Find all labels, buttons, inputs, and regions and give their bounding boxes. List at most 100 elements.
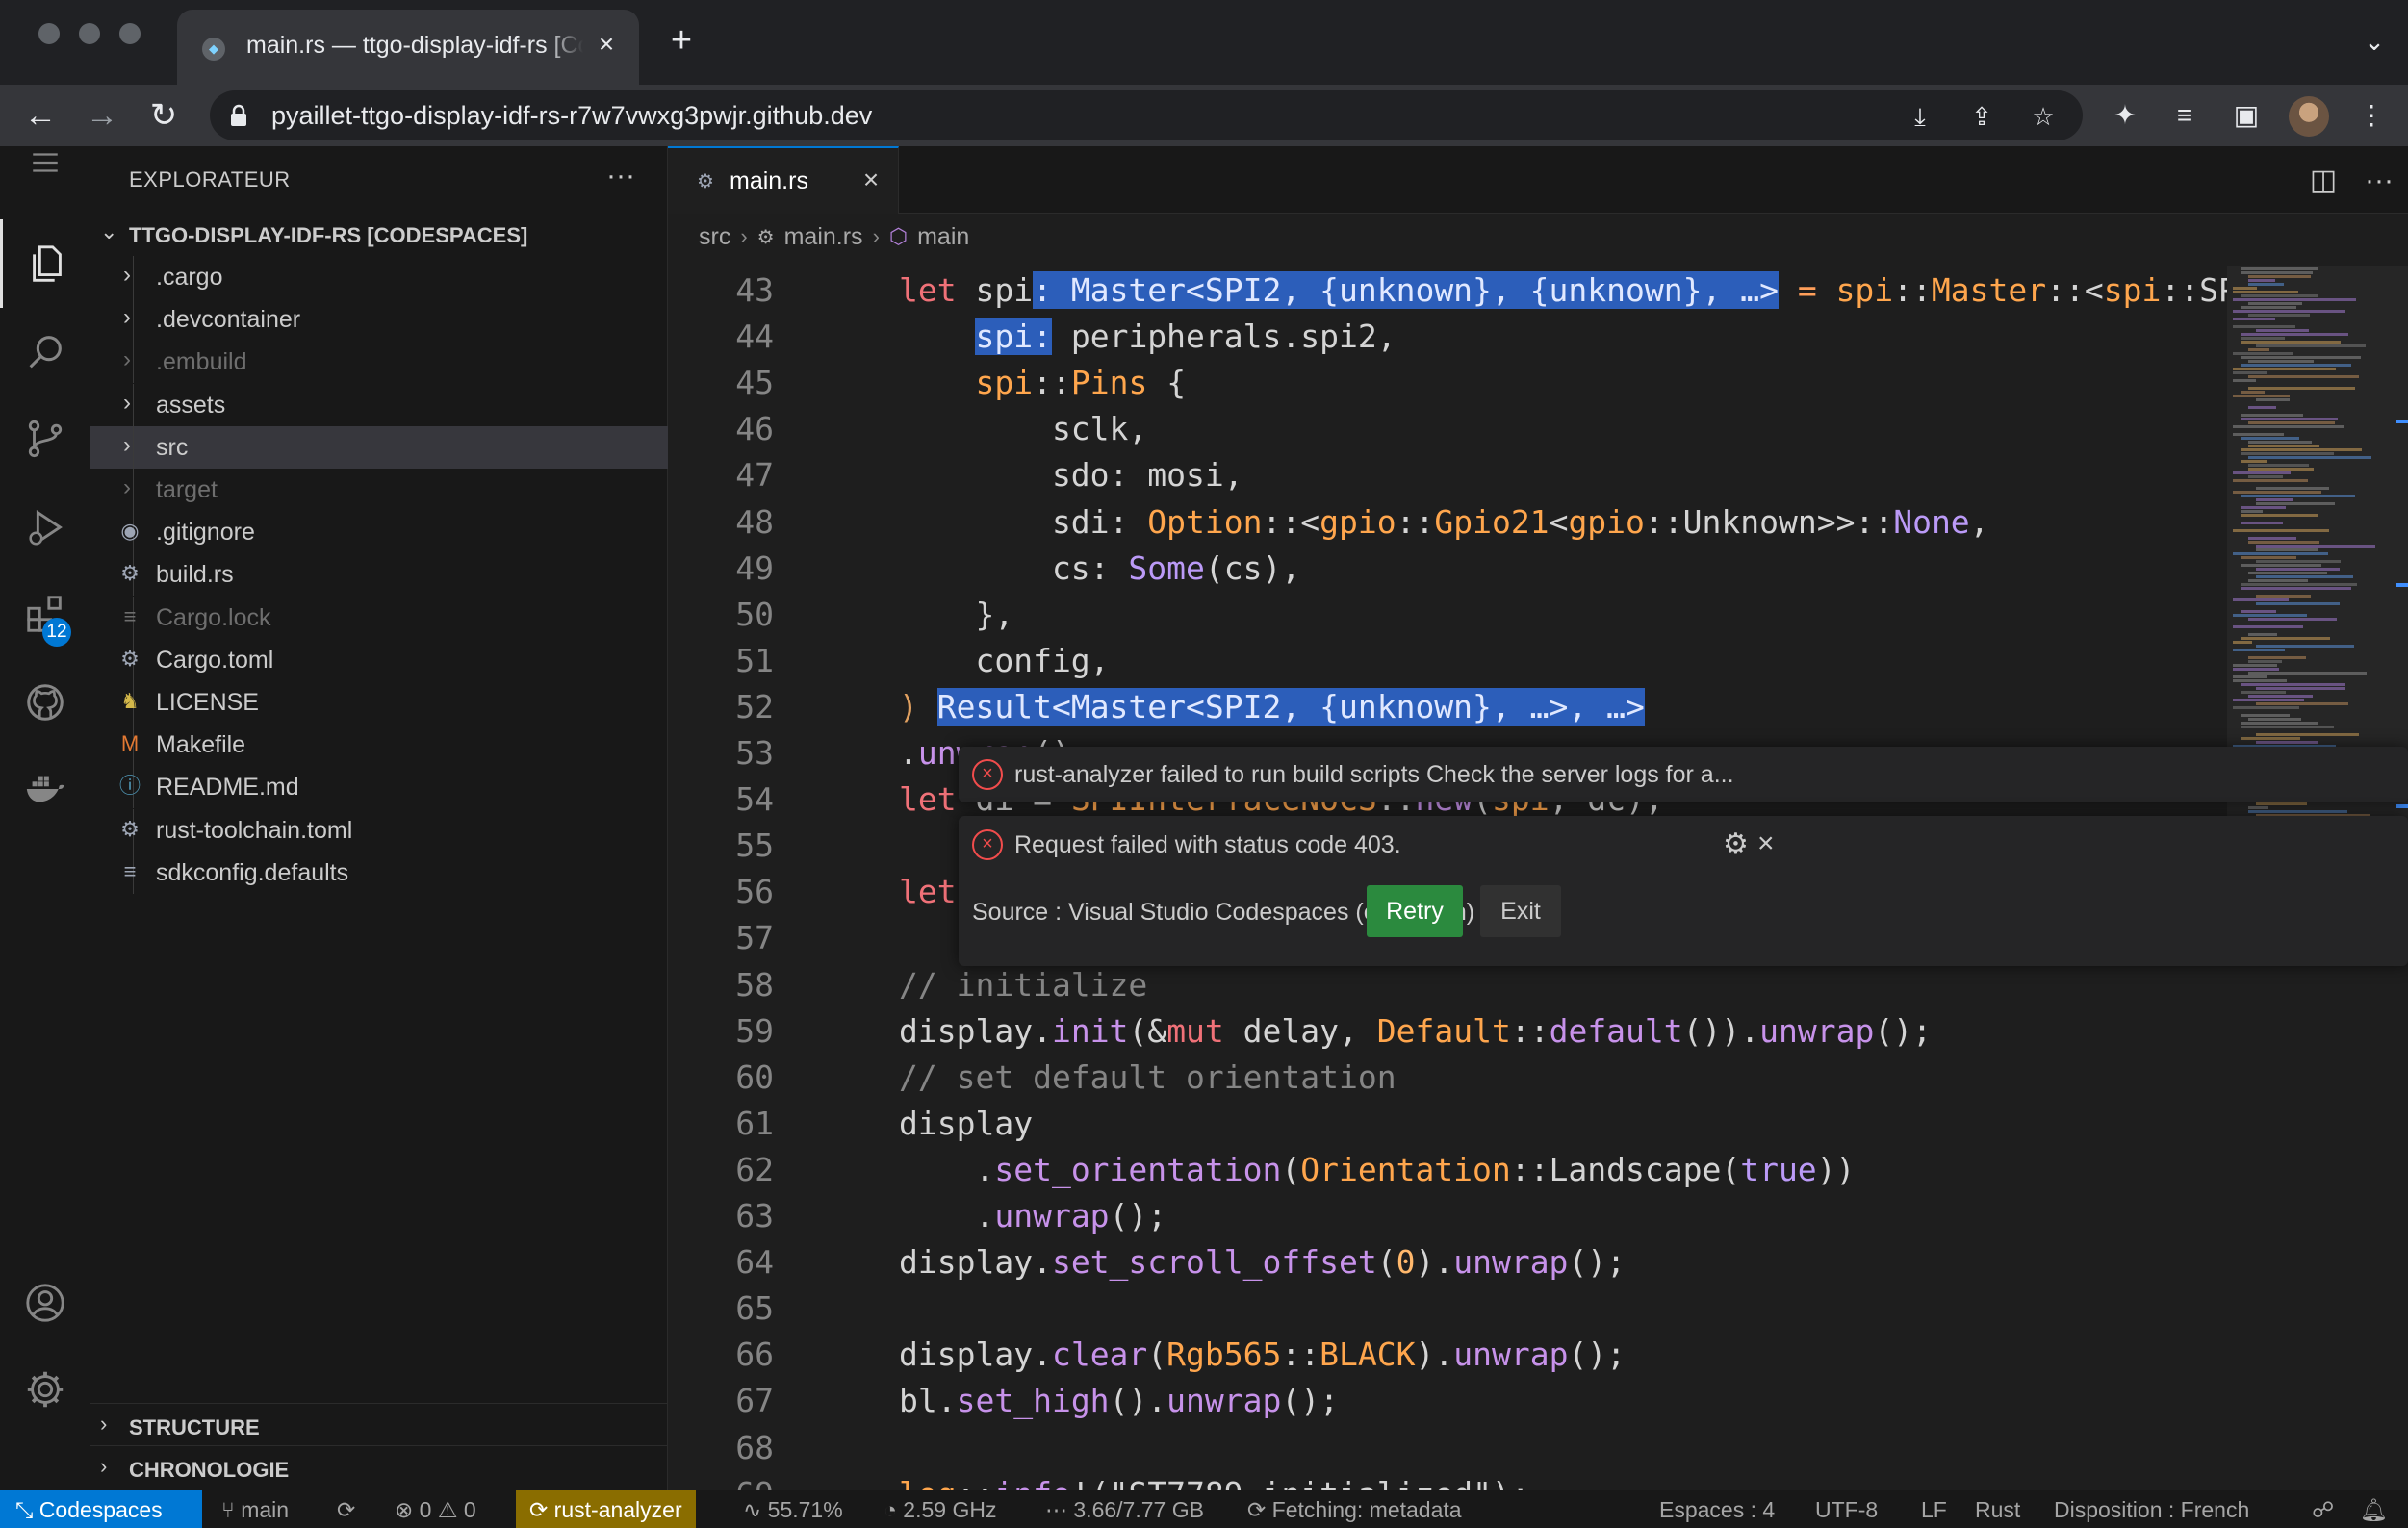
code-line[interactable]: 58 // initialize [668,960,2227,1006]
sync-icon[interactable]: ⟳ [337,1490,355,1528]
browser-menu-icon[interactable]: ⋮ [2354,98,2389,133]
tab-close-icon[interactable]: × [589,27,624,62]
language-mode[interactable]: Rust [1975,1490,2020,1528]
end-of-line[interactable]: LF [1921,1490,1947,1528]
accounts-icon[interactable] [0,1259,90,1347]
code-line[interactable]: 67 bl.set_high().unwrap(); [668,1376,2227,1422]
cpu-frequency[interactable]: ◔ 2.59 GHz [884,1490,996,1528]
media-controls-icon[interactable]: ≡ [2167,98,2202,133]
code-line[interactable]: 62 .set_orientation(Orientation::Landsca… [668,1145,2227,1191]
forward-button[interactable]: → [81,94,123,137]
tree-item-makefile[interactable]: M Makefile [90,724,668,767]
split-editor-icon[interactable]: ◫ [2304,162,2343,200]
tree-item-target[interactable]: › target [90,469,668,511]
problems-indicator[interactable]: ⊗ 0 ⚠ 0 [395,1490,476,1528]
bookmark-star-icon[interactable]: ☆ [2027,100,2060,133]
tree-item-build-rs[interactable]: ⚙ build.rs [90,553,668,597]
reload-button[interactable]: ↻ [142,94,185,137]
tree-item-cargo[interactable]: › .cargo [90,256,668,298]
code-line[interactable]: 46 sclk, [668,404,2227,450]
explorer-files-icon[interactable] [0,219,90,308]
workspace-folder-header[interactable]: ⌄ TTGO-DISPLAY-IDF-RS [CODESPACES] [90,216,668,254]
tree-item-rust-toolchain-toml[interactable]: ⚙ rust-toolchain.toml [90,808,668,852]
tree-item-assets[interactable]: › assets [90,383,668,426]
code-line[interactable]: 69 log::info!("ST7789 initialized"); [668,1469,2227,1490]
github-icon[interactable] [0,658,90,747]
retry-button[interactable]: Retry [1367,885,1463,937]
code-line[interactable]: 65 [668,1284,2227,1330]
tree-item-license[interactable]: ♞ LICENSE [90,681,668,724]
memory-usage[interactable]: ⋯ 3.66/7.77 GB [1045,1490,1204,1528]
extensions-puzzle-icon[interactable]: ✦ [2108,98,2142,133]
code-line[interactable]: 49 cs: Some(cs), [668,544,2227,590]
keyboard-layout[interactable]: Disposition : French [2054,1490,2249,1528]
code-line[interactable]: 44 spi: peripherals.spi2, [668,312,2227,358]
notification-request-failed[interactable]: × Request failed with status code 403. ⚙… [959,816,2408,966]
browser-tab[interactable]: ◆ main.rs — ttgo-display-idf-rs [Codespa… [177,10,639,85]
notification-settings-gear-icon[interactable]: ⚙ [1723,828,1749,861]
tree-item-gitignore[interactable]: ◉ .gitignore [90,511,668,554]
rust-analyzer-status[interactable]: ⟳ rust-analyzer [516,1490,696,1528]
cpu-usage[interactable]: ∿ 55.71% [743,1490,843,1528]
docker-icon[interactable] [0,745,90,833]
notification-close-icon[interactable]: × [1757,828,1775,860]
exit-button[interactable]: Exit [1480,885,1561,937]
tree-item-readme-md[interactable]: ⓘ README.md [90,766,668,809]
code-line[interactable]: 60 // set default orientation [668,1053,2227,1099]
code-line[interactable]: 43 let spi: Master<SPI2, {unknown}, {unkn… [668,266,2227,312]
breadcrumb-symbol[interactable]: main [917,223,969,251]
source-control-icon[interactable] [0,395,90,483]
breadcrumb-src[interactable]: src [699,223,730,251]
tree-item-sdkconfig-defaults[interactable]: ≡ sdkconfig.defaults [90,851,668,894]
code-line[interactable]: 59 display.init(&mut delay, Default::defa… [668,1006,2227,1053]
code-line[interactable]: 61 display [668,1099,2227,1145]
editor-more-icon[interactable]: ··· [2360,162,2398,200]
tree-item-cargo-lock[interactable]: ≡ Cargo.lock [90,596,668,639]
code-line[interactable]: 64 display.set_scroll_offset(0).unwrap(); [668,1237,2227,1284]
run-debug-icon[interactable] [0,483,90,572]
code-line[interactable]: 48 sdi: Option::<gpio::Gpio21<gpio::Unkn… [668,497,2227,544]
fetching-status[interactable]: ⟳ Fetching: metadata [1247,1490,1462,1528]
code-line[interactable]: 50 }, [668,590,2227,636]
section-chronologie[interactable]: › CHRONOLOGIE [90,1445,668,1488]
feedback-icon[interactable]: ☍ [2312,1490,2334,1528]
profile-avatar[interactable] [2289,96,2329,137]
indentation[interactable]: Espaces : 4 [1659,1490,1775,1528]
tree-item-cargo-toml[interactable]: ⚙ Cargo.toml [90,638,668,681]
code-line[interactable]: 51 config, [668,636,2227,682]
code-line[interactable]: 66 display.clear(Rgb565::BLACK).unwrap(); [668,1330,2227,1376]
section-structure[interactable]: › STRUCTURE [90,1403,668,1445]
window-minimize-button[interactable] [79,23,100,44]
code-line[interactable]: 47 sdo: mosi, [668,450,2227,497]
address-bar[interactable]: pyaillet-ttgo-display-idf-rs-r7w7vwxg3pw… [210,90,2083,140]
menu-hamburger-icon[interactable] [0,146,90,179]
notification-rust-analyzer[interactable]: × rust-analyzer failed to run build scri… [959,747,2408,802]
tree-item-embuild[interactable]: › .embuild [90,341,668,384]
window-close-button[interactable] [38,23,60,44]
code-line[interactable]: 63 .unwrap(); [668,1191,2227,1237]
install-app-icon[interactable]: ⤓ [1904,100,1936,133]
editor-tab-main-rs[interactable]: ⚙ main.rs × [668,146,899,214]
close-icon[interactable]: × [855,164,887,196]
breadcrumb-file[interactable]: main.rs [784,223,863,251]
back-button[interactable]: ← [19,94,62,137]
branch-indicator[interactable]: ⑂ main [221,1490,289,1528]
tab-search-chevron-icon[interactable]: ⌄ [2360,27,2389,56]
code-line[interactable]: 45 spi::Pins { [668,358,2227,404]
code-line[interactable]: 52) Result<Master<SPI2, {unknown}, …>, …… [668,682,2227,728]
more-actions-icon[interactable]: ··· [606,160,635,192]
search-icon[interactable] [0,308,90,396]
new-tab-button[interactable]: + [662,21,701,60]
share-icon[interactable]: ⇪ [1965,100,1998,133]
settings-gear-icon[interactable] [0,1345,90,1434]
side-panel-icon[interactable]: ▣ [2229,98,2264,133]
window-zoom-button[interactable] [119,23,141,44]
notifications-bell-icon[interactable]: 🔔︎ [2360,1490,2388,1528]
extensions-icon[interactable]: 12 [0,570,90,658]
tree-item-devcontainer[interactable]: › .devcontainer [90,298,668,342]
code-line[interactable]: 68 [668,1423,2227,1469]
encoding[interactable]: UTF-8 [1815,1490,1878,1528]
tree-item-src[interactable]: › src [90,425,668,469]
remote-indicator[interactable]: ⤡ Codespaces [0,1490,202,1528]
minimap-line [2248,441,2312,444]
